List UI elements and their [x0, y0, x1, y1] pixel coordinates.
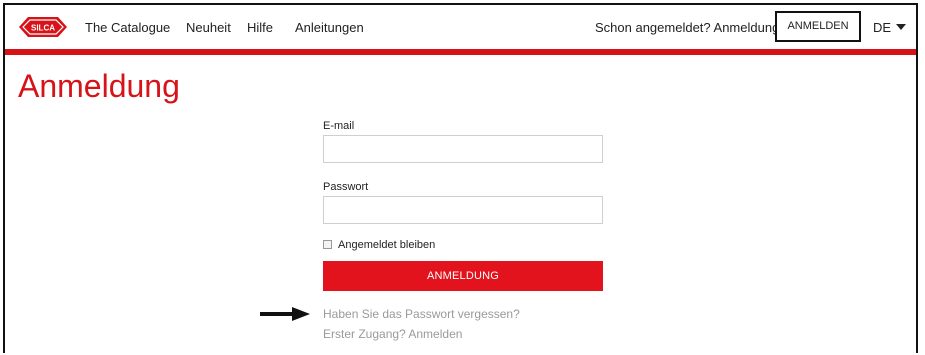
caret-down-icon	[896, 24, 907, 30]
nav-item-catalogue[interactable]: The Catalogue	[85, 20, 170, 35]
already-logged-text[interactable]: Schon angemeldet? Anmeldung	[595, 20, 779, 35]
password-field[interactable]	[323, 196, 603, 224]
language-selector[interactable]: DE	[873, 20, 907, 35]
nav-item-neuheit[interactable]: Neuheit	[186, 20, 231, 35]
email-field[interactable]	[323, 135, 603, 163]
silca-logo[interactable]: SILCA	[17, 16, 69, 38]
logo-text: SILCA	[31, 24, 55, 33]
remember-checkbox[interactable]	[323, 240, 332, 249]
nav-item-hilfe[interactable]: Hilfe	[247, 20, 273, 35]
forgot-password-link[interactable]: Haben Sie das Passwort vergessen?	[323, 307, 520, 321]
language-label: DE	[873, 20, 892, 35]
browser-frame: SILCA The Catalogue Neuheit Hilfe Anleit…	[3, 3, 918, 353]
top-navbar: SILCA The Catalogue Neuheit Hilfe Anleit…	[5, 5, 916, 49]
register-link[interactable]: Erster Zugang? Anmelden	[323, 327, 462, 341]
nav-red-divider	[5, 49, 916, 55]
password-label: Passwort	[323, 181, 369, 193]
nav-item-anleitungen[interactable]: Anleitungen	[295, 20, 364, 35]
page-title: Anmeldung	[18, 68, 180, 104]
submit-login-button[interactable]: ANMELDUNG	[323, 261, 603, 291]
remember-label[interactable]: Angemeldet bleiben	[338, 239, 435, 251]
login-button[interactable]: ANMELDEN	[775, 11, 861, 42]
arrow-right-icon	[260, 307, 310, 321]
email-label: E-mail	[323, 120, 355, 132]
